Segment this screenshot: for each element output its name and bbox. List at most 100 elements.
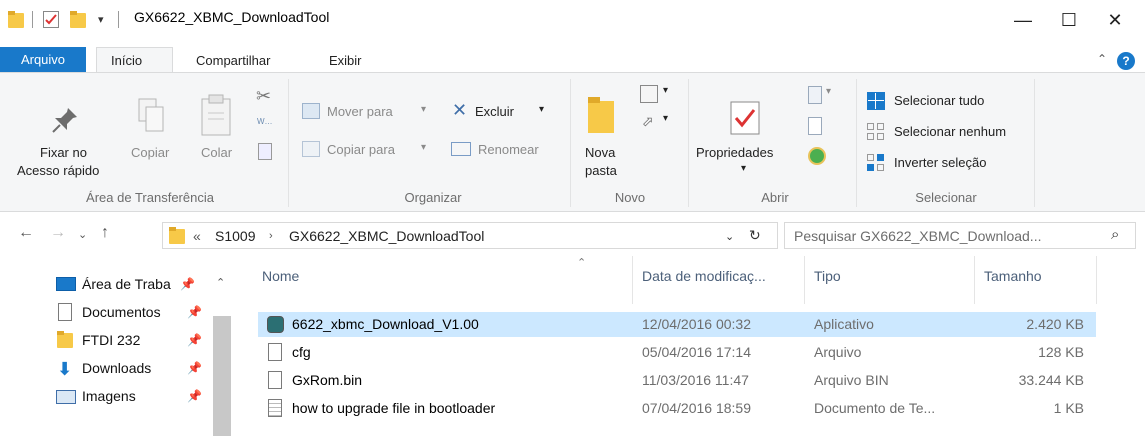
tab-view[interactable]: Exibir (329, 53, 362, 68)
properties-dropdown-icon[interactable]: ▾ (741, 163, 746, 174)
new-item-dropdown-icon[interactable]: ▾ (663, 85, 668, 96)
divider[interactable] (974, 256, 975, 304)
refresh-icon[interactable]: ↻ (749, 227, 761, 244)
properties-button[interactable]: Propriedades (696, 145, 773, 160)
back-arrow-icon[interactable]: ← (18, 224, 34, 242)
copy-to-button[interactable]: Copiar para (327, 142, 395, 157)
move-to-button[interactable]: Mover para (327, 104, 393, 119)
address-dropdown-icon[interactable]: ⌄ (725, 230, 734, 243)
pin-icon[interactable]: 📌 (187, 333, 202, 347)
edit-icon[interactable] (808, 117, 822, 135)
pin-icon[interactable]: 📌 (187, 389, 202, 403)
nav-pane-scrollbar-thumb[interactable] (213, 316, 231, 436)
folder-icon (169, 227, 185, 245)
forward-arrow-icon[interactable]: → (50, 224, 66, 242)
minimize-button[interactable]: — (1000, 5, 1046, 35)
copy-path-icon[interactable]: W… (257, 117, 274, 131)
nav-item-desktop[interactable]: Área de Traba 📌 (52, 272, 232, 297)
copy-button[interactable]: Copiar (131, 145, 169, 160)
pin-icon[interactable]: 📌 (187, 361, 202, 375)
group-label-select: Selecionar (915, 190, 977, 205)
up-arrow-icon[interactable]: ↑ (101, 224, 109, 242)
breadcrumb-current[interactable]: GX6622_XBMC_DownloadTool (289, 228, 484, 244)
new-item-icon[interactable] (640, 85, 658, 103)
close-button[interactable]: ✕ (1092, 5, 1138, 35)
copy-to-icon[interactable] (302, 141, 320, 157)
breadcrumb-s1009[interactable]: S1009 (215, 228, 255, 244)
sort-ascending-icon: ⌃ (577, 257, 587, 269)
new-folder-label-2[interactable]: pasta (585, 163, 617, 178)
delete-dropdown-icon[interactable]: ▾ (539, 104, 544, 115)
history-icon[interactable] (808, 147, 826, 165)
file-type: Arquivo (814, 344, 862, 360)
column-header-size[interactable]: Tamanho (984, 268, 1042, 304)
search-input[interactable]: Pesquisar GX6622_XBMC_Download... (794, 228, 1041, 244)
pin-icon[interactable]: 📌 (187, 305, 202, 319)
file-row[interactable]: 6622_xbmc_Download_V1.00 12/04/2016 00:3… (258, 312, 1096, 337)
select-all-button[interactable]: Selecionar tudo (894, 93, 984, 108)
open-dropdown-icon[interactable]: ▾ (826, 86, 831, 97)
file-row[interactable]: GxRom.bin 11/03/2016 11:47 Arquivo BIN 3… (258, 368, 1096, 393)
properties-quick-access-icon[interactable] (43, 11, 59, 28)
pin-quick-access-label-2[interactable]: Acesso rápido (17, 163, 99, 178)
group-label-clipboard: Área de Transferência (86, 190, 214, 205)
scroll-up-icon[interactable]: ⌃ (216, 276, 225, 289)
group-label-open: Abrir (761, 190, 789, 205)
file-name: cfg (292, 344, 311, 360)
open-icon[interactable] (808, 86, 822, 104)
tab-file[interactable]: Arquivo (0, 47, 86, 72)
tab-share[interactable]: Compartilhar (196, 53, 270, 68)
paste-button[interactable]: Colar (201, 145, 232, 160)
pin-icon[interactable] (50, 105, 80, 138)
file-row[interactable]: how to upgrade file in bootloader 07/04/… (258, 396, 1096, 421)
rename-icon[interactable] (451, 142, 471, 156)
pin-icon[interactable]: 📌 (180, 277, 195, 291)
new-folder-icon[interactable] (588, 97, 614, 133)
easy-access-dropdown-icon[interactable]: ▾ (663, 113, 668, 124)
paste-icon[interactable] (200, 93, 232, 140)
recent-locations-icon[interactable]: ⌄ (78, 228, 87, 241)
select-none-button[interactable]: Selecionar nenhum (894, 124, 1006, 139)
breadcrumb-overflow[interactable]: « (193, 228, 201, 244)
maximize-button[interactable]: ☐ (1046, 5, 1092, 35)
delete-icon[interactable]: ✕ (452, 100, 467, 121)
invert-selection-icon[interactable] (867, 154, 885, 172)
properties-icon[interactable] (730, 101, 760, 138)
search-icon[interactable]: ⌕ (1111, 226, 1119, 243)
nav-item-ftdi-232[interactable]: FTDI 232 📌 (52, 328, 232, 353)
customize-quick-access-icon[interactable]: ▾ (98, 13, 104, 26)
delete-button[interactable]: Excluir (475, 104, 514, 119)
divider[interactable] (1096, 256, 1097, 304)
cut-icon[interactable]: ✂ (256, 86, 271, 107)
address-bar[interactable]: « S1009 › GX6622_XBMC_DownloadTool ⌄ ↻ (162, 222, 778, 249)
search-box[interactable]: Pesquisar GX6622_XBMC_Download... ⌕ (784, 222, 1136, 249)
move-to-dropdown-icon[interactable]: ▾ (421, 104, 426, 115)
paste-shortcut-icon[interactable] (258, 143, 272, 160)
new-folder-quick-access-icon[interactable] (70, 11, 86, 29)
help-icon[interactable]: ? (1117, 52, 1135, 70)
file-row[interactable]: cfg 05/04/2016 17:14 Arquivo 128 KB (258, 340, 1096, 365)
breadcrumb-separator-icon[interactable]: › (269, 230, 273, 242)
copy-to-dropdown-icon[interactable]: ▾ (421, 142, 426, 153)
invert-selection-button[interactable]: Inverter seleção (894, 155, 987, 170)
divider[interactable] (632, 256, 633, 304)
move-to-icon[interactable] (302, 103, 320, 119)
column-header-date[interactable]: Data de modificaç... (642, 268, 766, 304)
select-all-icon[interactable] (867, 92, 885, 110)
select-none-icon[interactable] (867, 123, 885, 141)
nav-item-pictures[interactable]: Imagens 📌 (52, 384, 232, 409)
collapse-ribbon-icon[interactable]: ⌃ (1097, 52, 1107, 66)
tab-home[interactable]: Início (111, 53, 142, 68)
copy-icon[interactable] (137, 97, 165, 140)
pin-quick-access-label-1[interactable]: Fixar no (40, 145, 87, 160)
new-folder-label-1[interactable]: Nova (585, 145, 615, 160)
rename-button[interactable]: Renomear (478, 142, 539, 157)
easy-access-icon[interactable]: ⬀ (642, 113, 654, 130)
nav-item-documents[interactable]: Documentos 📌 (52, 300, 232, 325)
pictures-icon (56, 390, 76, 404)
column-header-type[interactable]: Tipo (814, 268, 841, 304)
folder-icon (8, 11, 24, 29)
divider[interactable] (804, 256, 805, 304)
column-header-name[interactable]: Nome (262, 268, 299, 304)
nav-item-downloads[interactable]: ⬇ Downloads 📌 (52, 356, 232, 381)
